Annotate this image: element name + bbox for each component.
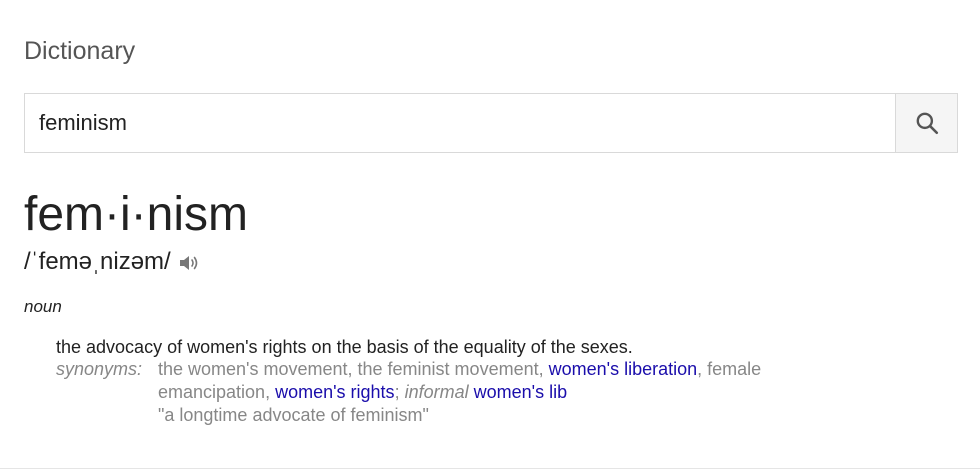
search-input[interactable] bbox=[25, 94, 895, 152]
headword: fem·i·nism bbox=[24, 188, 248, 241]
register-label: informal bbox=[404, 382, 469, 402]
synonym-text: ; bbox=[394, 382, 405, 402]
synonym-link-womens-lib[interactable]: women's lib bbox=[474, 382, 567, 402]
synonym-link-womens-rights[interactable]: women's rights bbox=[275, 382, 394, 402]
card-title: Dictionary bbox=[24, 37, 136, 65]
synonym-link-womens-liberation[interactable]: women's liberation bbox=[549, 359, 698, 379]
synonyms-list: the women's movement, the feminist movem… bbox=[158, 358, 876, 404]
divider bbox=[0, 468, 980, 469]
synonym-text: the women's movement, the feminist movem… bbox=[158, 359, 549, 379]
search-box bbox=[24, 93, 958, 153]
synonyms-label: synonyms: bbox=[56, 359, 143, 379]
part-of-speech: noun bbox=[24, 297, 62, 316]
synonyms-block: synonyms: the women's movement, the femi… bbox=[56, 358, 876, 427]
usage-example: "a longtime advocate of feminism" bbox=[158, 405, 429, 425]
speaker-icon[interactable] bbox=[177, 250, 201, 274]
definition: the advocacy of women's rights on the ba… bbox=[56, 337, 633, 357]
search-icon bbox=[916, 112, 938, 135]
pronunciation-row: /ˈfeməˌnizəm/ bbox=[24, 246, 201, 278]
pronunciation: /ˈfeməˌnizəm/ bbox=[24, 248, 171, 275]
search-button[interactable] bbox=[895, 94, 957, 152]
